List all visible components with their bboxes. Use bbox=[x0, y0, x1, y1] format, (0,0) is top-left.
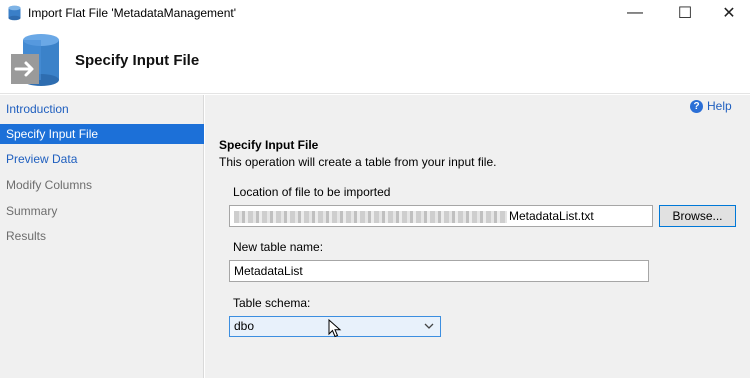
table-name-label: New table name: bbox=[233, 240, 324, 254]
mouse-pointer-icon bbox=[328, 319, 342, 338]
help-link[interactable]: ? Help bbox=[690, 99, 732, 113]
chevron-down-icon bbox=[424, 323, 434, 329]
step-summary: Summary bbox=[6, 204, 58, 218]
database-import-arrow-icon bbox=[11, 34, 59, 86]
database-window-icon bbox=[8, 5, 21, 21]
minimize-button[interactable]: — bbox=[612, 0, 658, 26]
title-bar: Import Flat File 'MetadataManagement' — … bbox=[0, 0, 750, 26]
redacted-path bbox=[234, 210, 507, 223]
help-circle-icon: ? bbox=[690, 99, 703, 113]
table-schema-label: Table schema: bbox=[233, 296, 311, 310]
help-label: Help bbox=[707, 99, 732, 113]
step-modify-columns: Modify Columns bbox=[6, 178, 93, 192]
browse-button[interactable]: Browse... bbox=[659, 205, 736, 227]
close-button[interactable]: ✕ bbox=[706, 0, 750, 26]
wizard-header: Specify Input File bbox=[0, 26, 750, 94]
window-title: Import Flat File 'MetadataManagement' bbox=[28, 6, 237, 20]
wizard-steps-sidebar: Introduction Specify Input File Preview … bbox=[0, 95, 204, 378]
table-name-input[interactable]: MetadataList bbox=[229, 260, 649, 282]
section-title: Specify Input File bbox=[219, 138, 319, 152]
section-description: This operation will create a table from … bbox=[219, 155, 497, 169]
step-preview-data[interactable]: Preview Data bbox=[0, 149, 204, 169]
wizard-content: ? Help Specify Input File This operation… bbox=[205, 95, 750, 378]
step-specify-input-file[interactable]: Specify Input File bbox=[0, 124, 204, 144]
step-introduction[interactable]: Introduction bbox=[0, 99, 204, 119]
maximize-button[interactable]: ☐ bbox=[662, 0, 708, 26]
file-name-text: MetadataList.txt bbox=[509, 209, 594, 223]
file-location-label: Location of file to be imported bbox=[233, 185, 391, 199]
page-title: Specify Input File bbox=[75, 52, 200, 69]
schema-selected-value: dbo bbox=[234, 319, 255, 333]
file-location-input[interactable]: MetadataList.txt bbox=[229, 205, 653, 227]
step-results: Results bbox=[6, 229, 47, 243]
